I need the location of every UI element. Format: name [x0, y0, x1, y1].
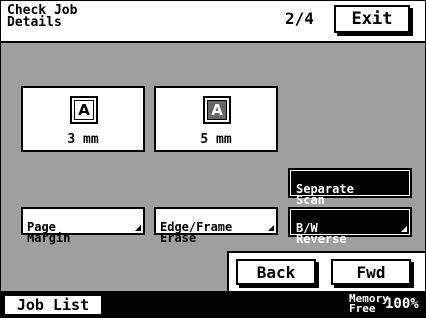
separate-scan-button[interactable]: Separate Scan	[288, 168, 412, 206]
page-margin-button[interactable]: Page Margin	[21, 207, 145, 244]
memory-free-value: 100%	[385, 296, 419, 312]
header-bar: Check Job Details 2/4 Exit	[1, 1, 425, 43]
page-margin-icon-letter: A	[74, 100, 94, 120]
edge-frame-erase-card: A 5 mm	[154, 86, 278, 152]
edge-frame-erase-button[interactable]: Edge/Frame Erase	[154, 207, 278, 244]
exit-button[interactable]: Exit	[334, 5, 410, 33]
edge-frame-erase-icon: A	[203, 96, 231, 124]
corner-triangle-icon	[401, 226, 407, 232]
memory-free-label: Memory Free	[349, 292, 389, 315]
page-margin-value: 3 mm	[67, 132, 99, 147]
page-margin-icon: A	[70, 96, 98, 124]
bw-reverse-label: B/W Reverse	[296, 221, 347, 246]
edge-frame-erase-icon-letter: A	[207, 100, 227, 120]
screen-title: Check Job Details	[7, 3, 78, 30]
job-list-button[interactable]: Job List	[3, 294, 103, 316]
bw-reverse-button[interactable]: B/W Reverse	[288, 207, 412, 245]
back-button[interactable]: Back	[236, 259, 316, 285]
corner-triangle-icon	[135, 225, 141, 231]
corner-triangle-icon	[268, 225, 274, 231]
fwd-button[interactable]: Fwd	[331, 259, 411, 285]
edge-frame-erase-value: 5 mm	[200, 132, 232, 147]
check-job-details-screen: Check Job Details 2/4 Exit A 3 mm Page M…	[0, 0, 426, 318]
page-margin-card: A 3 mm	[21, 86, 145, 152]
page-margin-button-label: Page Margin	[27, 220, 71, 245]
page-indicator: 2/4	[285, 9, 314, 28]
